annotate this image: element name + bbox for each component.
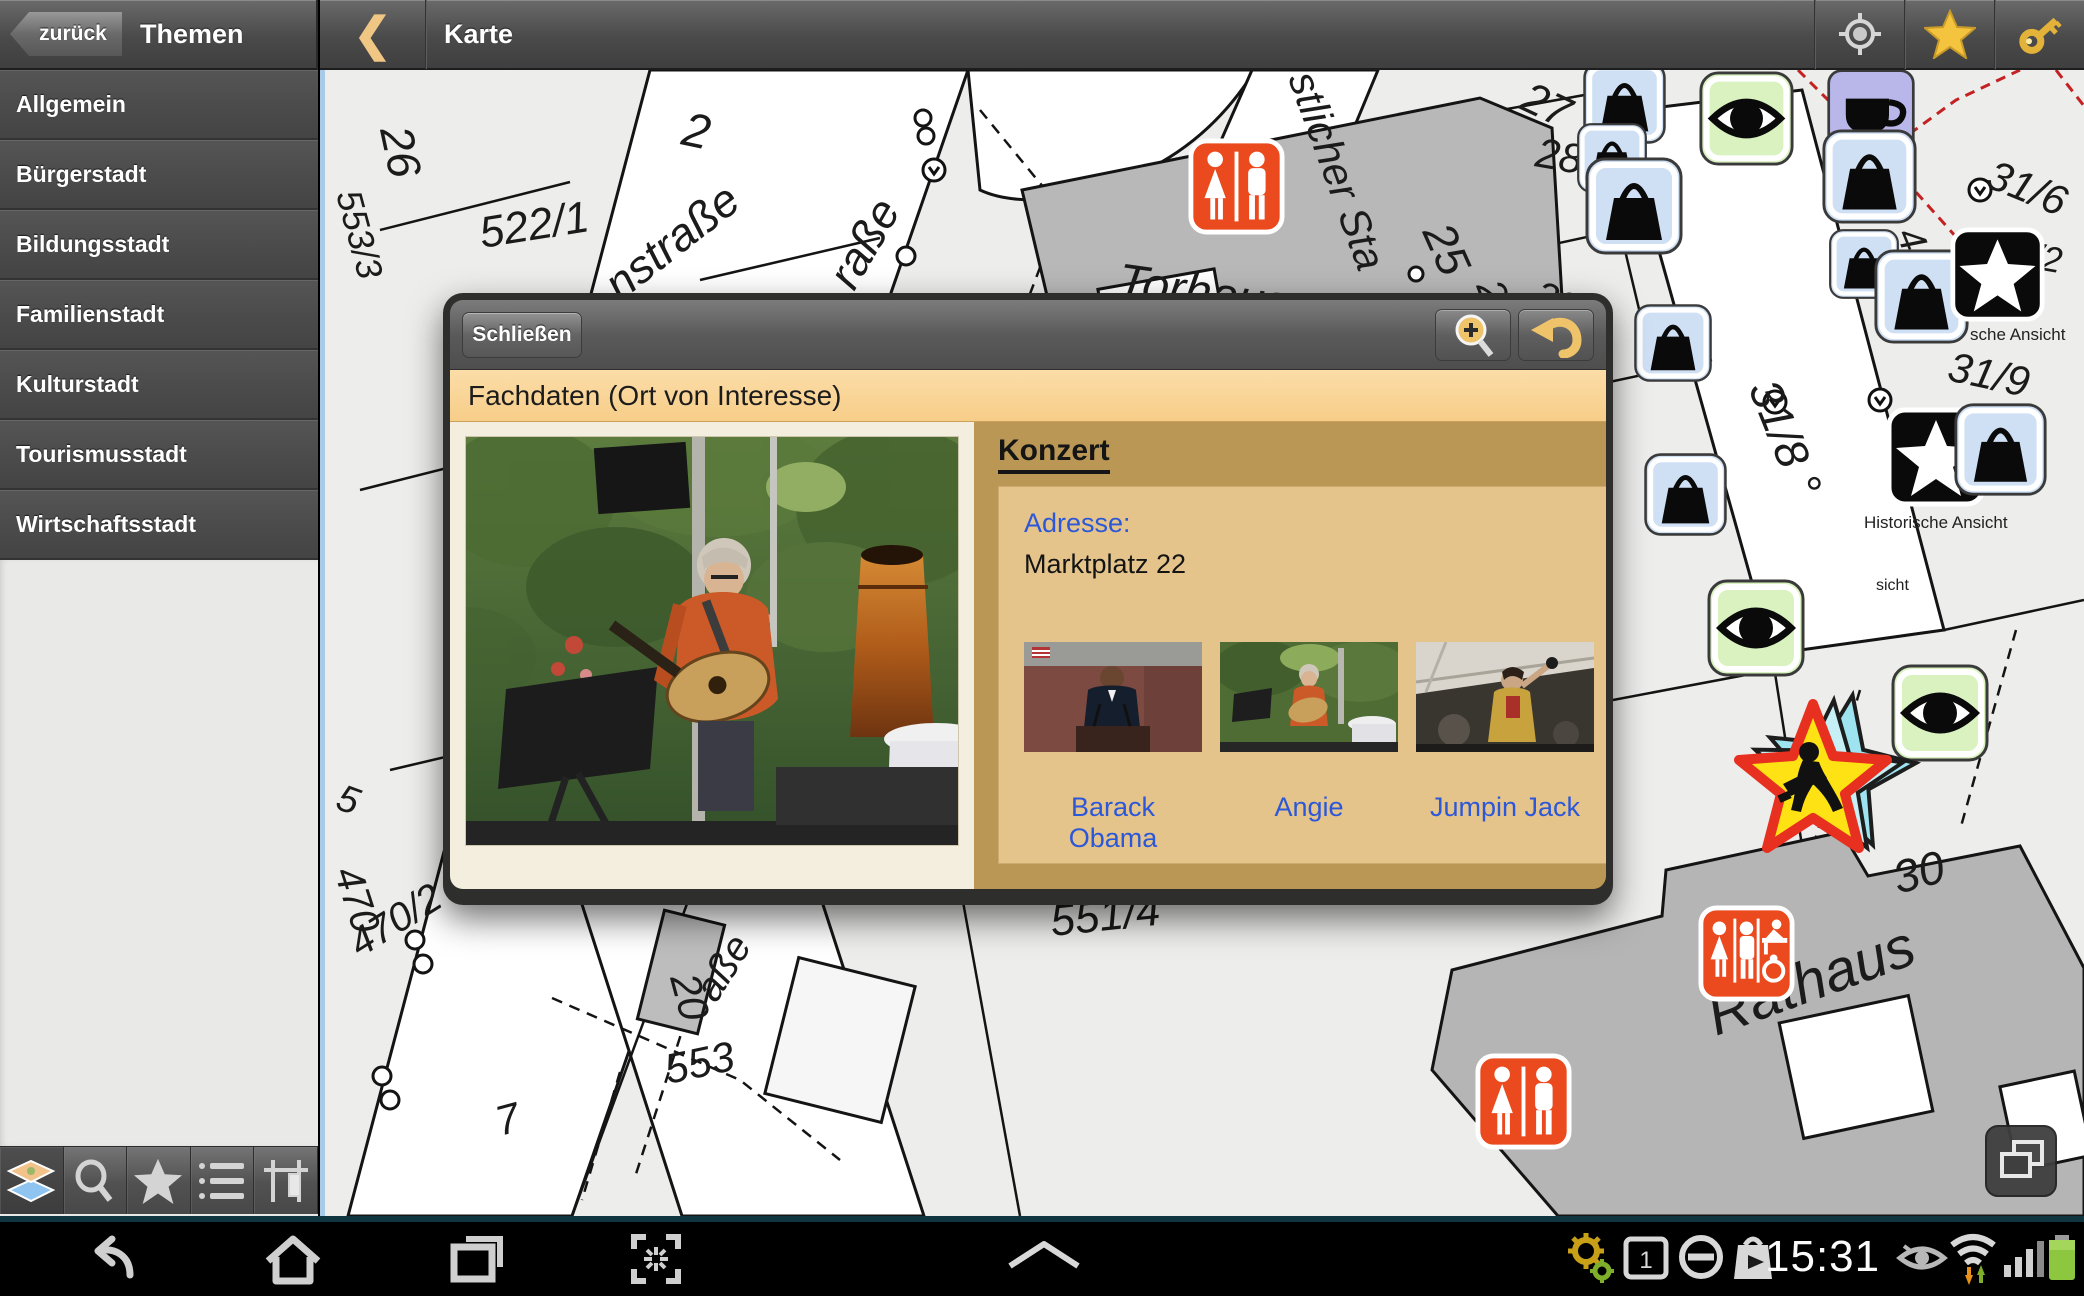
locate-button[interactable]: [1814, 0, 1904, 69]
tray-chevron-icon[interactable]: [1004, 1240, 1084, 1270]
shopping-bag-icon[interactable]: [1587, 159, 1681, 253]
measure-tool-button[interactable]: [254, 1147, 318, 1214]
thumbnail-angie[interactable]: [1220, 642, 1398, 752]
section-title: Konzert: [998, 434, 1110, 474]
eye-icon[interactable]: [1709, 581, 1803, 675]
poi-caption: Historische Ansicht: [1864, 513, 2008, 532]
crosshair-icon: [1838, 12, 1882, 56]
eye-icon[interactable]: [1701, 73, 1792, 164]
dialog-header: Fachdaten (Ort von Interesse): [450, 370, 1606, 422]
poi-info-box: Adresse: Marktplatz 22: [998, 486, 1606, 864]
calendar-notification-icon: 1: [1622, 1231, 1670, 1283]
wc-family-icon[interactable]: [1701, 908, 1792, 999]
shopping-bag-icon[interactable]: [1956, 405, 2045, 494]
map-header: ❮ Karte: [320, 0, 2084, 70]
wc-icon[interactable]: [1191, 141, 1282, 232]
favorites-tool-button[interactable]: [127, 1147, 191, 1214]
concert-photo: [466, 437, 958, 845]
shopping-bag-icon[interactable]: [1824, 131, 1915, 222]
list-icon: [198, 1160, 246, 1202]
undo-button[interactable]: [1518, 309, 1594, 361]
sidebar-item-tourismusstadt[interactable]: Tourismusstadt: [0, 420, 318, 490]
zoom-to-poi-button[interactable]: [1435, 309, 1511, 361]
parcel-label: 26: [370, 120, 432, 182]
search-tool-button[interactable]: [64, 1147, 128, 1214]
zoom-in-icon: [1447, 311, 1499, 359]
screenshot-icon[interactable]: [628, 1231, 684, 1287]
eye-icon[interactable]: [1893, 666, 1987, 760]
svg-text:1: 1: [1639, 1247, 1652, 1274]
sidebar-empty-area: [0, 560, 318, 1146]
wc-icon[interactable]: [1478, 1056, 1569, 1147]
close-button[interactable]: Schließen: [462, 312, 582, 358]
poi-caption: sicht: [1876, 577, 1909, 594]
favorites-button[interactable]: [1904, 0, 1994, 69]
layers-tool-button[interactable]: [0, 1147, 64, 1214]
battery-icon: [2046, 1231, 2078, 1283]
shopping-bag-icon[interactable]: [1646, 455, 1726, 535]
address-label: Adresse:: [1024, 508, 1594, 539]
link-angie[interactable]: Angie: [1220, 792, 1398, 854]
sidebar-header: zurück Themen: [0, 0, 318, 70]
back-nav-icon[interactable]: [84, 1231, 142, 1287]
layers-icon: [6, 1158, 56, 1204]
thumbnail-jumpin-jack[interactable]: [1416, 642, 1594, 752]
dialog-titlebar: Schließen: [450, 300, 1606, 370]
sidebar-item-allgemein[interactable]: Allgemein: [0, 70, 318, 140]
recent-apps-icon[interactable]: [446, 1231, 506, 1287]
link-barack-obama[interactable]: Barack Obama: [1024, 792, 1202, 854]
clock: 15:31: [1765, 1232, 1880, 1282]
map-title: Karte: [444, 19, 513, 50]
poi-dialog: Schließen: [443, 293, 1613, 905]
star-icon: [133, 1157, 183, 1205]
sidebar-toolbar: [0, 1146, 318, 1214]
zurueck-button[interactable]: zurück: [10, 12, 122, 56]
themes-sidebar: Allgemein Bürgerstadt Bildungsstadt Fami…: [0, 70, 318, 1216]
undo-arrow-icon: [1529, 312, 1583, 358]
map-back-chevron-icon[interactable]: ❮: [320, 0, 426, 69]
measure-icon: [263, 1158, 309, 1204]
mute-notification-icon: [1676, 1231, 1726, 1283]
system-bar: 1 15:31: [0, 1222, 2084, 1296]
address-value: Marktplatz 22: [1024, 549, 1594, 580]
search-icon: [72, 1158, 118, 1204]
sidebar-item-buergerstadt[interactable]: Bürgerstadt: [0, 140, 318, 210]
sidebar-item-familienstadt[interactable]: Familienstadt: [0, 280, 318, 350]
key-icon: [2014, 8, 2066, 60]
list-tool-button[interactable]: [191, 1147, 255, 1214]
wifi-icon: [1948, 1231, 1998, 1285]
star-icon: [1924, 9, 1976, 59]
settings-notification-icon: [1566, 1231, 1614, 1283]
thumbnail-barack-obama[interactable]: [1024, 642, 1202, 752]
shopping-bag-icon[interactable]: [1635, 305, 1710, 380]
photo-pane: [450, 422, 974, 889]
sidebar-item-bildungsstadt[interactable]: Bildungsstadt: [0, 210, 318, 280]
signal-icon: [2002, 1231, 2046, 1283]
app-screen: zurück Themen ❮ Karte: [0, 0, 2084, 1296]
map-switch-button[interactable]: [1986, 1126, 2056, 1196]
link-jumpin-jack[interactable]: Jumpin Jack: [1416, 792, 1594, 854]
home-nav-icon[interactable]: [262, 1231, 324, 1287]
map-left-edge: [320, 70, 325, 1216]
sidebar-item-wirtschaftsstadt[interactable]: Wirtschaftsstadt: [0, 490, 318, 560]
sidebar-title: Themen: [140, 19, 244, 50]
poi-caption: sche Ansicht: [1970, 325, 2066, 344]
smart-stay-icon: [1896, 1238, 1948, 1278]
star-poi-icon[interactable]: [1953, 230, 2042, 319]
poi-details-panel: Konzert Adresse: Marktplatz 22: [974, 422, 1606, 889]
login-button[interactable]: [1994, 0, 2084, 69]
sidebar-item-kulturstadt[interactable]: Kulturstadt: [0, 350, 318, 420]
